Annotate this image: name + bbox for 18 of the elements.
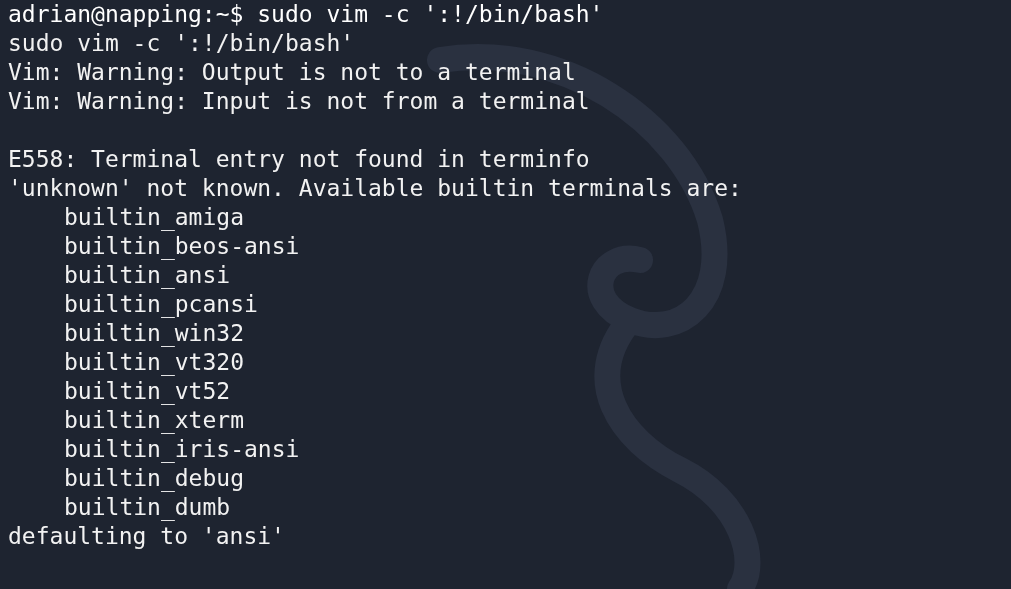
- terminal-line: Vim: Warning: Input is not from a terminal: [8, 88, 590, 114]
- terminal-line: builtin_vt52: [64, 378, 231, 404]
- terminal-line: builtin_beos-ansi: [64, 233, 300, 259]
- terminal-line: 'unknown' not known. Available builtin terminals are:: [8, 175, 742, 201]
- terminal-line: builtin_vt320: [64, 349, 244, 375]
- terminal-line: builtin_amiga: [64, 204, 244, 230]
- terminal-line: Vim: Warning: Output is not to a terminal: [8, 59, 576, 85]
- terminal-line: builtin_ansi: [64, 262, 231, 288]
- terminal-line: builtin_xterm: [64, 407, 244, 433]
- terminal-line: builtin_debug: [64, 465, 244, 491]
- terminal-line: sudo vim -c ':!/bin/bash': [8, 30, 355, 56]
- terminal-line: defaulting to 'ansi': [8, 523, 285, 549]
- terminal-line: builtin_pcansi: [64, 291, 258, 317]
- terminal-line: builtin_dumb: [64, 494, 231, 520]
- terminal-line: adrian@napping:~$ sudo vim -c ':!/bin/bash': [8, 1, 604, 27]
- terminal-line: builtin_iris-ansi: [64, 436, 300, 462]
- terminal-line: builtin_win32: [64, 320, 244, 346]
- terminal-line: E558: Terminal entry not found in terminfo: [8, 146, 590, 172]
